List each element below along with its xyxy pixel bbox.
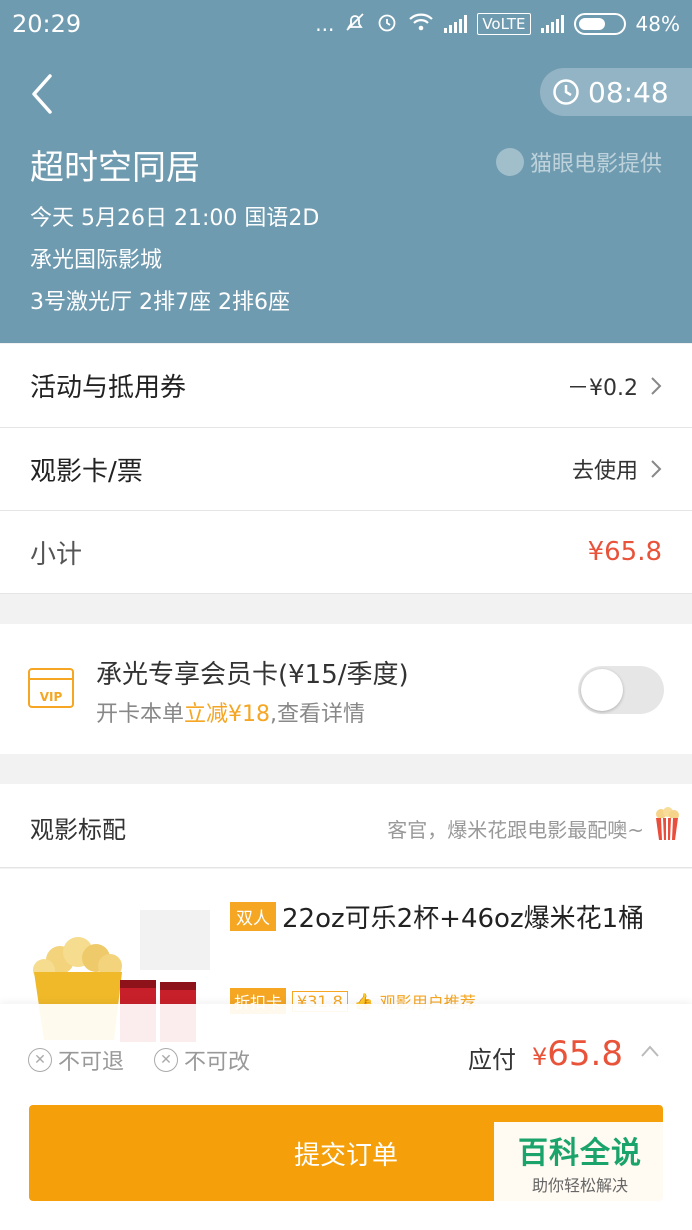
chevron-up-icon[interactable] <box>640 1044 660 1058</box>
maoyan-logo-icon <box>495 148 524 176</box>
watermark-subtitle: 助你轻松解决 <box>531 1176 628 1195</box>
movie-card-label: 观影卡/票 <box>30 456 143 487</box>
vip-badge-text: VIP <box>39 690 63 704</box>
no-refund-policy: ✕ 不可退 <box>28 1044 124 1076</box>
combo-tag-badge: 双人 <box>230 902 276 931</box>
popcorn-icon <box>656 807 679 841</box>
x-circle-icon: ✕ <box>28 1048 52 1072</box>
coupon-value: －¥0.2 <box>567 375 638 401</box>
timer-text: 08:48 <box>588 75 669 109</box>
battery-percent: 48% <box>635 12 680 36</box>
cinema-name: 承光国际影城 <box>30 248 163 273</box>
x-circle-icon: ✕ <box>154 1048 178 1072</box>
signal-icon <box>444 15 468 33</box>
no-refund-text: 不可退 <box>58 1050 125 1075</box>
movie-card-value: 去使用 <box>571 459 638 484</box>
provider-text: 猫眼电影提供 <box>529 152 662 177</box>
subtotal-value: ¥65.8 <box>587 537 662 567</box>
countdown-timer: 08:48 <box>540 68 692 116</box>
pay-currency: ¥ <box>532 1043 548 1071</box>
chevron-right-icon <box>651 376 662 395</box>
vip-card-title: 承光专享会员卡(¥15/季度) <box>96 660 409 690</box>
movie-title: 超时空同居 <box>30 148 200 188</box>
signal-icon-2 <box>540 15 564 33</box>
battery-icon <box>573 13 626 35</box>
no-change-policy: ✕ 不可改 <box>154 1044 250 1076</box>
status-bar: 20:29 ... VoLTE 48% <box>0 0 692 48</box>
no-change-text: 不可改 <box>184 1050 251 1075</box>
combo-name: 22oz可乐2杯+46oz爆米花1桶 <box>282 904 645 934</box>
vip-card-icon: VIP <box>28 668 74 708</box>
order-header: 20:29 ... VoLTE 48% 08:48 超时空同居 猫眼电影提供 今… <box>0 0 692 343</box>
watermark-title: 百科全说 <box>518 1136 642 1171</box>
movie-card-row[interactable]: 观影卡/票 去使用 <box>0 428 692 511</box>
pay-amount: ¥65.8 <box>532 1034 623 1074</box>
volte-badge: VoLTE <box>477 13 531 35</box>
vip-card-details-link[interactable]: 开卡本单立减¥18,查看详情 <box>96 696 365 728</box>
subtotal-row: 小计 ¥65.8 <box>0 511 692 594</box>
clock-icon <box>553 79 579 105</box>
coupon-row[interactable]: 活动与抵用券 －¥0.2 <box>0 344 692 428</box>
vip-sub-prefix: 开卡本单 <box>96 702 185 727</box>
vip-sub-highlight: 立减¥18 <box>184 702 271 727</box>
status-time: 20:29 <box>12 10 82 38</box>
vip-card-toggle[interactable] <box>578 666 664 714</box>
chevron-right-icon <box>651 460 662 478</box>
status-icons: ... VoLTE 48% <box>315 11 680 38</box>
snack-tip: 客官，爆米花跟电影最配噢~ <box>387 818 644 842</box>
wifi-icon <box>408 12 434 37</box>
mute-bell-icon <box>344 11 366 38</box>
alarm-icon <box>376 11 398 38</box>
more-dots-icon: ... <box>315 12 335 36</box>
seat-info: 3号激光厅 2排7座 2排6座 <box>30 290 290 315</box>
pay-amount-value: 65.8 <box>547 1034 623 1074</box>
snack-section-header: 观影标配 客官，爆米花跟电影最配噢~ <box>0 784 692 868</box>
provider-credit: 猫眼电影提供 <box>495 146 662 178</box>
snack-section-title: 观影标配 <box>30 816 126 844</box>
chevron-left-icon <box>32 74 52 114</box>
vip-sub-suffix: ,查看详情 <box>270 702 366 727</box>
subtotal-label: 小计 <box>30 539 83 570</box>
coupon-label: 活动与抵用券 <box>30 373 187 403</box>
back-button[interactable] <box>22 68 62 120</box>
watermark-logo: 百科全说 助你轻松解决 <box>494 1122 666 1202</box>
showtime: 今天 5月26日 21:00 国语2D <box>30 206 320 231</box>
pay-label: 应付 <box>468 1046 516 1074</box>
